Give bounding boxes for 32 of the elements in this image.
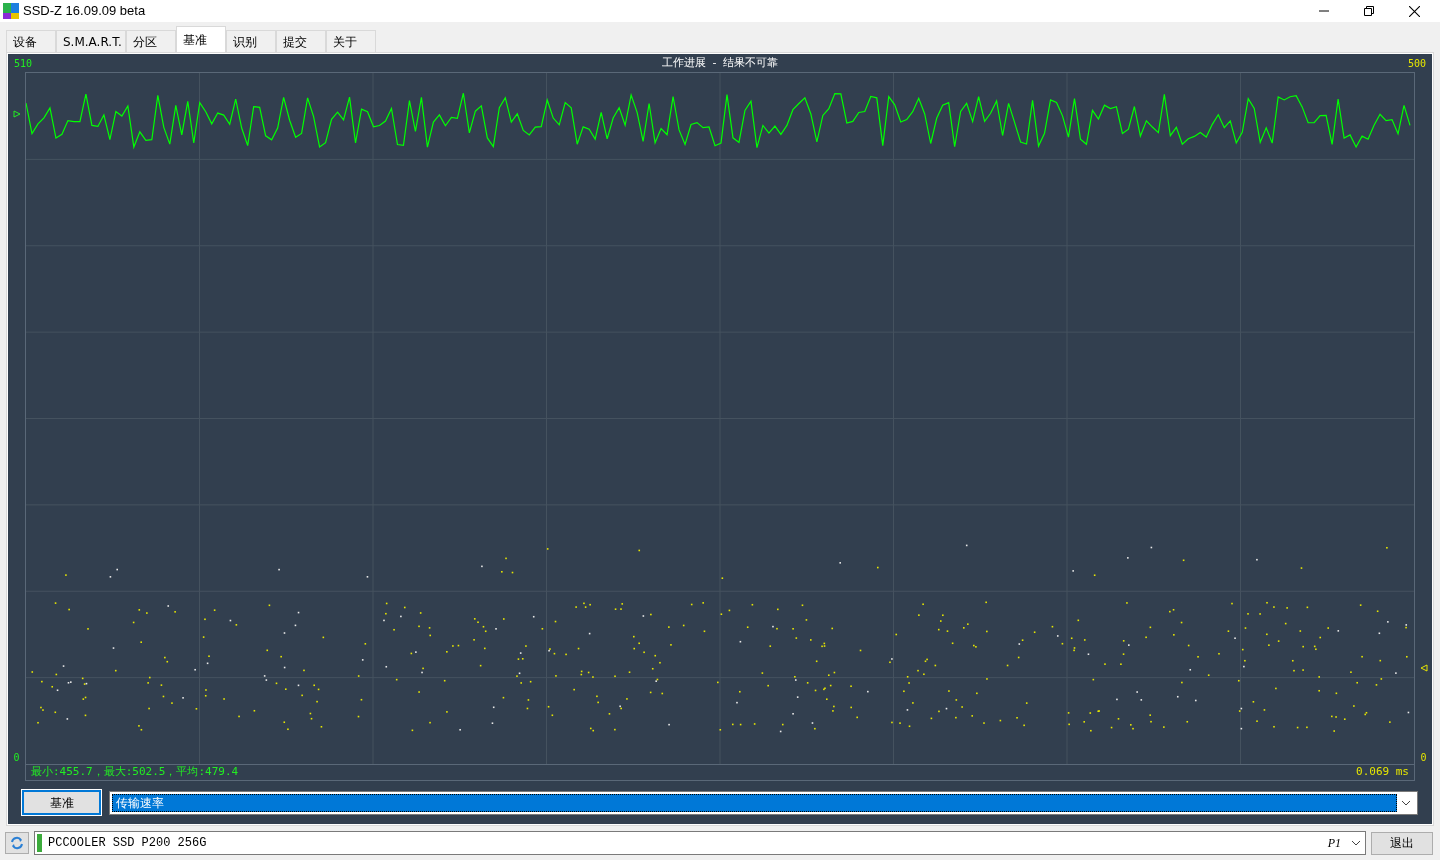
tab[interactable]: 提交: [275, 30, 326, 52]
close-icon[interactable]: [1409, 5, 1420, 17]
axis-label: 0: [1420, 751, 1427, 765]
axis-label: 510: [14, 56, 34, 71]
chevron-down-icon: [1351, 840, 1361, 846]
triangle-marker-icon: [12, 110, 21, 118]
chart-title: 工作进展 - 结果不可靠: [660, 54, 780, 71]
benchmark-button[interactable]: 基准: [22, 790, 101, 815]
partition-label: P1: [1327, 835, 1341, 852]
drive-status-bar: [37, 834, 42, 852]
tab[interactable]: S.M.A.R.T.: [56, 30, 126, 52]
mode-dropdown[interactable]: 传输速率: [109, 790, 1418, 815]
axis-label: 0: [13, 751, 20, 765]
tab[interactable]: 关于: [325, 30, 376, 52]
restore-icon[interactable]: [1364, 6, 1374, 16]
tab[interactable]: 分区: [125, 30, 176, 52]
chevron-down-icon: [1401, 799, 1411, 806]
tab[interactable]: 基准: [175, 26, 226, 52]
tab[interactable]: 识别: [225, 30, 276, 52]
refresh-icon: [10, 836, 24, 850]
window-title: SSD-Z 16.09.09 beta: [23, 2, 146, 21]
axis-label: 500: [1406, 56, 1426, 71]
drive-selector[interactable]: PCCOOLER SSD P200 256G P1: [34, 831, 1366, 855]
tab[interactable]: 设备: [6, 30, 56, 52]
triangle-marker-icon: [1419, 664, 1428, 672]
refresh-button[interactable]: [5, 832, 29, 854]
latency-text: 0.069 ms: [1356, 764, 1409, 781]
drive-name: PCCOOLER SSD P200 256G: [48, 835, 208, 852]
dropdown-value: 传输速率: [112, 793, 1397, 812]
app-logo-icon: [3, 3, 19, 19]
exit-button[interactable]: 退出: [1371, 831, 1433, 855]
stats-text: 最小:455.7，最大:502.5，平均:479.4: [31, 764, 239, 781]
